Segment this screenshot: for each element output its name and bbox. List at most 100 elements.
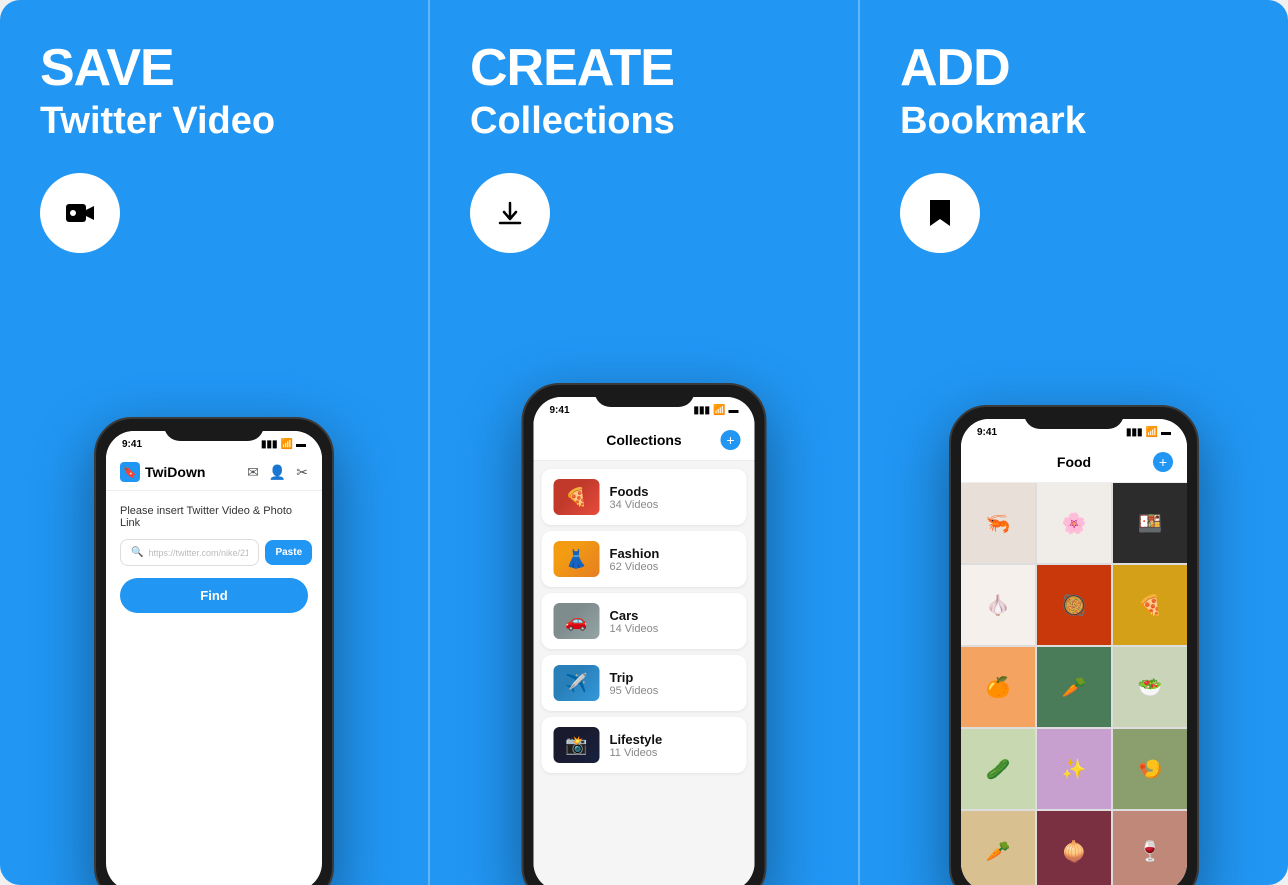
food-cell-7: 🍊 <box>961 647 1035 727</box>
food-cell-14: 🧅 <box>1037 811 1111 885</box>
collection-count-lifestyle: 11 Videos <box>610 747 663 759</box>
phone-mockup-2: 9:41 ▮▮▮ 📶 ▬ Collections + 🍕 <box>522 383 767 885</box>
panel-create: CREATE Collections 9:41 ▮▮▮ 📶 ▬ <box>428 0 860 885</box>
user-icon[interactable]: 👤 <box>269 464 286 481</box>
collection-info-foods: Foods 34 Videos <box>610 484 659 511</box>
food-cell-11: ✨ <box>1037 729 1111 809</box>
phone-notch-2 <box>594 385 694 407</box>
panel1-icon-circle <box>40 173 120 253</box>
wifi-icon: 📶 <box>281 439 293 450</box>
status-time-3: 9:41 <box>977 427 997 438</box>
collection-name-cars: Cars <box>610 608 659 623</box>
bookmark-header: Food + <box>961 442 1187 483</box>
download-icon <box>496 199 524 227</box>
food-cell-6: 🍕 <box>1113 565 1187 645</box>
collection-count-fashion: 62 Videos <box>610 561 660 573</box>
food-cell-5: 🥘 <box>1037 565 1111 645</box>
panel1-title-sub: Twitter Video <box>40 99 275 145</box>
insert-label: Please insert Twitter Video & Photo Link <box>120 505 308 529</box>
battery-icon: ▬ <box>296 439 306 450</box>
collection-list: 🍕 Foods 34 Videos 👗 Fashion 62 Videos <box>534 461 755 885</box>
phone-notch-1 <box>164 419 264 441</box>
collection-item-cars[interactable]: 🚗 Cars 14 Videos <box>542 593 747 649</box>
collection-item-fashion[interactable]: 👗 Fashion 62 Videos <box>542 531 747 587</box>
collections-header: Collections + <box>534 420 755 461</box>
thumb-foods: 🍕 <box>554 479 600 515</box>
collection-name-foods: Foods <box>610 484 659 499</box>
status-icons-2: ▮▮▮ 📶 ▬ <box>694 405 739 416</box>
food-cell-3: 🍱 <box>1113 483 1187 563</box>
mail-icon[interactable]: ✉ <box>247 464 259 481</box>
collection-name-lifestyle: Lifestyle <box>610 732 663 747</box>
thumb-fashion: 👗 <box>554 541 600 577</box>
panel3-title-sub: Bookmark <box>900 99 1086 145</box>
thumb-cars: 🚗 <box>554 603 600 639</box>
food-cell-1: 🦐 <box>961 483 1035 563</box>
phone-screen-1: 9:41 ▮▮▮ 📶 ▬ 🔖 TwiDown ✉ 👤 <box>106 431 322 885</box>
bookmark-icon <box>927 198 953 228</box>
signal-icon-3: ▮▮▮ <box>1126 427 1143 438</box>
food-cell-9: 🥗 <box>1113 647 1187 727</box>
status-icons-1: ▮▮▮ 📶 ▬ <box>261 439 306 450</box>
phone-mockup-1: 9:41 ▮▮▮ 📶 ▬ 🔖 TwiDown ✉ 👤 <box>94 417 334 885</box>
collection-info-fashion: Fashion 62 Videos <box>610 546 660 573</box>
panel-add: ADD Bookmark 9:41 ▮▮▮ 📶 ▬ <box>860 0 1288 885</box>
panel2-icon-circle <box>470 173 550 253</box>
panel1-text: SAVE Twitter Video <box>40 40 275 145</box>
collection-item-trip[interactable]: ✈️ Trip 95 Videos <box>542 655 747 711</box>
find-button[interactable]: Find <box>120 578 308 613</box>
collection-count-foods: 34 Videos <box>610 499 659 511</box>
food-cell-12: 🍤 <box>1113 729 1187 809</box>
food-cell-13: 🥕 <box>961 811 1035 885</box>
battery-icon-2: ▬ <box>729 405 739 416</box>
app-logo: 🔖 TwiDown <box>120 462 205 482</box>
battery-icon-3: ▬ <box>1161 427 1171 438</box>
panel2-title-sub: Collections <box>470 99 675 145</box>
panel-save: SAVE Twitter Video 9:41 ▮▮▮ 📶 ▬ <box>0 0 428 885</box>
wifi-icon-3: 📶 <box>1146 427 1158 438</box>
collections-header-title: Collections <box>568 432 721 448</box>
food-cell-8: 🥕 <box>1037 647 1111 727</box>
bookmark-header-title: Food <box>995 454 1153 470</box>
collection-info-lifestyle: Lifestyle 11 Videos <box>610 732 663 759</box>
bookmark-add-button[interactable]: + <box>1153 452 1173 472</box>
signal-icon: ▮▮▮ <box>261 439 278 450</box>
video-icon <box>64 197 96 229</box>
settings-icon[interactable]: ✂ <box>296 464 308 481</box>
panel2-title-main: CREATE <box>470 40 675 97</box>
status-icons-3: ▮▮▮ 📶 ▬ <box>1126 427 1171 438</box>
search-box[interactable]: 🔍 https://twitter.com/nike/2134... <box>120 539 259 566</box>
status-time-2: 9:41 <box>550 405 570 416</box>
food-cell-10: 🥒 <box>961 729 1035 809</box>
panel3-title-main: ADD <box>900 40 1086 97</box>
food-cell-2: 🌸 <box>1037 483 1111 563</box>
wifi-icon-2: 📶 <box>713 405 725 416</box>
collections-add-button[interactable]: + <box>721 430 741 450</box>
signal-icon-2: ▮▮▮ <box>694 405 711 416</box>
food-cell-15: 🍷 <box>1113 811 1187 885</box>
phone-mockup-3: 9:41 ▮▮▮ 📶 ▬ Food + 🦐 🌸 🍱 <box>949 405 1199 885</box>
collection-item-lifestyle[interactable]: 📸 Lifestyle 11 Videos <box>542 717 747 773</box>
thumb-lifestyle: 📸 <box>554 727 600 763</box>
panel3-icon-circle <box>900 173 980 253</box>
logo-icon: 🔖 <box>120 462 140 482</box>
panel3-text: ADD Bookmark <box>900 40 1086 145</box>
collection-info-cars: Cars 14 Videos <box>610 608 659 635</box>
collection-count-cars: 14 Videos <box>610 623 659 635</box>
search-row: 🔍 https://twitter.com/nike/2134... Paste <box>120 539 308 566</box>
collection-item-foods[interactable]: 🍕 Foods 34 Videos <box>542 469 747 525</box>
thumb-trip: ✈️ <box>554 665 600 701</box>
search-placeholder: https://twitter.com/nike/2134... <box>148 548 248 558</box>
phone-screen-2: 9:41 ▮▮▮ 📶 ▬ Collections + 🍕 <box>534 397 755 885</box>
phone-screen-3: 9:41 ▮▮▮ 📶 ▬ Food + 🦐 🌸 🍱 <box>961 419 1187 885</box>
search-icon: 🔍 <box>131 547 143 558</box>
panel2-text: CREATE Collections <box>470 40 675 145</box>
food-cell-4: 🧄 <box>961 565 1035 645</box>
collection-name-trip: Trip <box>610 670 659 685</box>
app-header: 🔖 TwiDown ✉ 👤 ✂ <box>106 454 322 491</box>
phone-notch-3 <box>1024 407 1124 429</box>
panel1-title-main: SAVE <box>40 40 275 97</box>
app-container: SAVE Twitter Video 9:41 ▮▮▮ 📶 ▬ <box>0 0 1288 885</box>
header-nav-icons: ✉ 👤 ✂ <box>247 464 308 481</box>
paste-button[interactable]: Paste <box>265 540 312 565</box>
